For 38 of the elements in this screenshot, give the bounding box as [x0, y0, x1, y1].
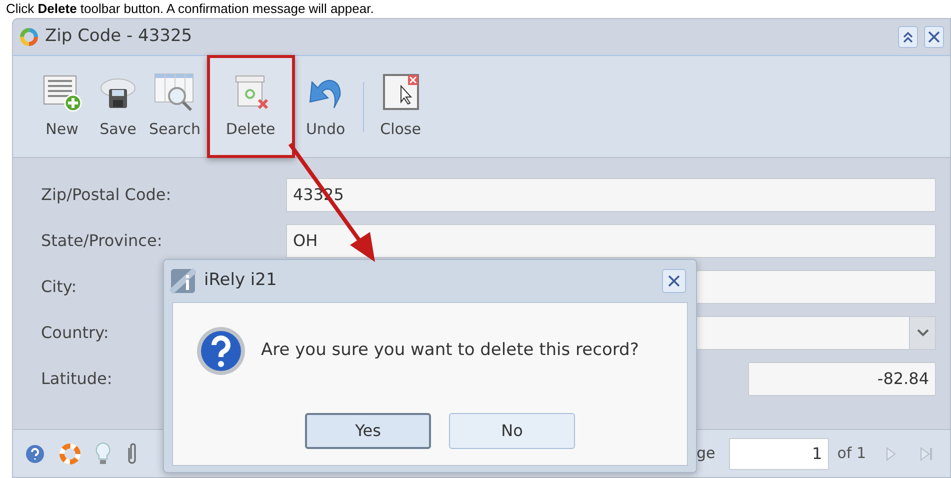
field-label: Latitude:: [41, 368, 112, 390]
skip-end-icon: [920, 446, 934, 460]
dialog-button[interactable]: No: [449, 413, 575, 449]
help-icon: [25, 444, 45, 464]
app-logo-icon: [19, 27, 39, 47]
window-title: Zip Code - 43325: [45, 25, 194, 48]
info-icon: [170, 268, 196, 294]
toolbar-button[interactable]: Close: [376, 62, 426, 152]
toolbar-button[interactable]: Delete: [206, 55, 295, 158]
play-icon: [886, 446, 896, 460]
field-label: City:: [41, 276, 77, 298]
toolbar-button[interactable]: Save: [93, 62, 143, 152]
input-field[interactable]: -82.84: [748, 362, 936, 396]
chevron-down-icon: [916, 329, 928, 337]
page-number-field[interactable]: 1: [729, 438, 830, 470]
dialog-button[interactable]: Yes: [305, 413, 431, 449]
close-icon: [668, 275, 680, 287]
close-icon: [928, 31, 940, 43]
toolbar-button[interactable]: Search: [149, 62, 201, 152]
field-label: Country:: [41, 322, 109, 344]
toolbar-button[interactable]: Undo: [300, 62, 351, 152]
lifebuoy-icon: [59, 442, 81, 464]
close-button[interactable]: [924, 26, 944, 48]
field-label: Zip/Postal Code:: [41, 184, 172, 206]
window-cursor-icon: [380, 72, 421, 112]
toolbar-button[interactable]: New: [37, 62, 87, 152]
input-field[interactable]: OH: [286, 224, 936, 258]
page-label: ge: [696, 443, 716, 464]
light-bulb-icon: [95, 442, 111, 466]
collapse-button[interactable]: [898, 26, 918, 48]
double-chevron-up-icon: [902, 31, 914, 43]
dialog-title: iRely i21: [204, 269, 278, 292]
field-label: State/Province:: [41, 230, 162, 252]
page-total: of 1: [837, 443, 866, 464]
dialog-message: Are you sure you want to delete this record?: [261, 339, 639, 362]
question-icon: [195, 325, 247, 377]
close-button[interactable]: [662, 269, 686, 293]
instruction-text: Click Delete toolbar button. A confirmation message will appear.: [5, 0, 375, 18]
